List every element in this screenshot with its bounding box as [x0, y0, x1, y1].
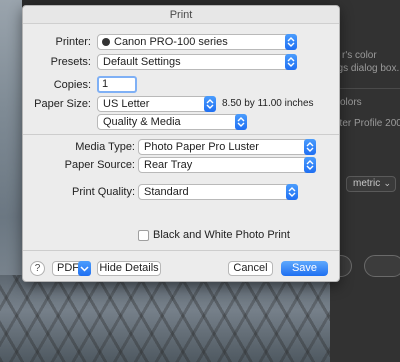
- background-photo-bottom: [0, 275, 345, 362]
- background-select-value: metric: [353, 178, 381, 189]
- paper-size-dimensions: 8.50 by 11.00 inches: [222, 98, 314, 109]
- printer-select[interactable]: Canon PRO-100 series: [97, 34, 297, 50]
- updown-arrows-icon: [285, 34, 297, 50]
- section-divider: [23, 134, 339, 135]
- print-quality-select[interactable]: Standard: [138, 184, 298, 200]
- paper-source-label: Paper Source:: [64, 159, 135, 171]
- print-dialog: Print Printer: Canon PRO-100 series Pres…: [22, 5, 340, 282]
- footer-divider: [23, 250, 339, 251]
- print-quality-value: Standard: [144, 186, 189, 198]
- cancel-button[interactable]: Cancel: [228, 261, 273, 276]
- media-type-select[interactable]: Photo Paper Pro Luster: [138, 139, 316, 155]
- save-button[interactable]: Save: [281, 261, 328, 276]
- chevron-down-icon: ⌄: [383, 178, 391, 188]
- presets-label: Presets:: [50, 56, 91, 68]
- paper-source-value: Rear Tray: [144, 159, 193, 171]
- presets-select[interactable]: Default Settings: [97, 54, 297, 70]
- panel-text: r's color: [342, 50, 377, 61]
- copies-label: Copies:: [53, 79, 91, 91]
- updown-arrows-icon: [304, 139, 316, 155]
- paper-size-label: Paper Size:: [34, 98, 91, 110]
- printer-status-icon: [102, 38, 110, 46]
- panel-text: olors: [340, 97, 362, 108]
- panel-divider: [330, 88, 400, 89]
- bw-photo-checkbox[interactable]: [138, 230, 149, 241]
- panel-text: nter Profile 2005: [334, 118, 400, 129]
- section-select[interactable]: Quality & Media: [97, 114, 247, 130]
- pdf-label: PDF: [57, 262, 79, 274]
- printer-label: Printer:: [55, 36, 91, 48]
- panel-text: ngs dialog box.: [332, 63, 400, 74]
- updown-arrows-icon: [235, 114, 247, 130]
- presets-value: Default Settings: [103, 56, 181, 68]
- media-type-label: Media Type:: [75, 141, 135, 153]
- updown-arrows-icon: [286, 184, 298, 200]
- updown-arrows-icon: [285, 54, 297, 70]
- updown-arrows-icon: [304, 157, 316, 173]
- background-button[interactable]: [364, 255, 400, 277]
- paper-size-value: US Letter: [103, 98, 150, 110]
- print-quality-label: Print Quality:: [72, 186, 135, 198]
- paper-source-select[interactable]: Rear Tray: [138, 157, 316, 173]
- hide-details-button[interactable]: Hide Details: [97, 261, 161, 276]
- paper-size-select[interactable]: US Letter: [97, 96, 216, 112]
- dialog-title: Print: [23, 6, 339, 24]
- help-button[interactable]: ?: [30, 261, 45, 276]
- updown-arrows-icon: [204, 96, 216, 112]
- background-strip: [120, 0, 320, 3]
- copies-field[interactable]: 1: [97, 76, 137, 93]
- media-type-value: Photo Paper Pro Luster: [144, 141, 259, 153]
- section-value: Quality & Media: [103, 116, 181, 128]
- chevron-down-icon: [78, 261, 91, 276]
- background-select[interactable]: metric ⌄: [346, 176, 396, 192]
- printer-value: Canon PRO-100 series: [114, 36, 228, 48]
- bw-photo-label: Black and White Photo Print: [153, 229, 290, 241]
- pdf-button[interactable]: PDF: [52, 261, 91, 276]
